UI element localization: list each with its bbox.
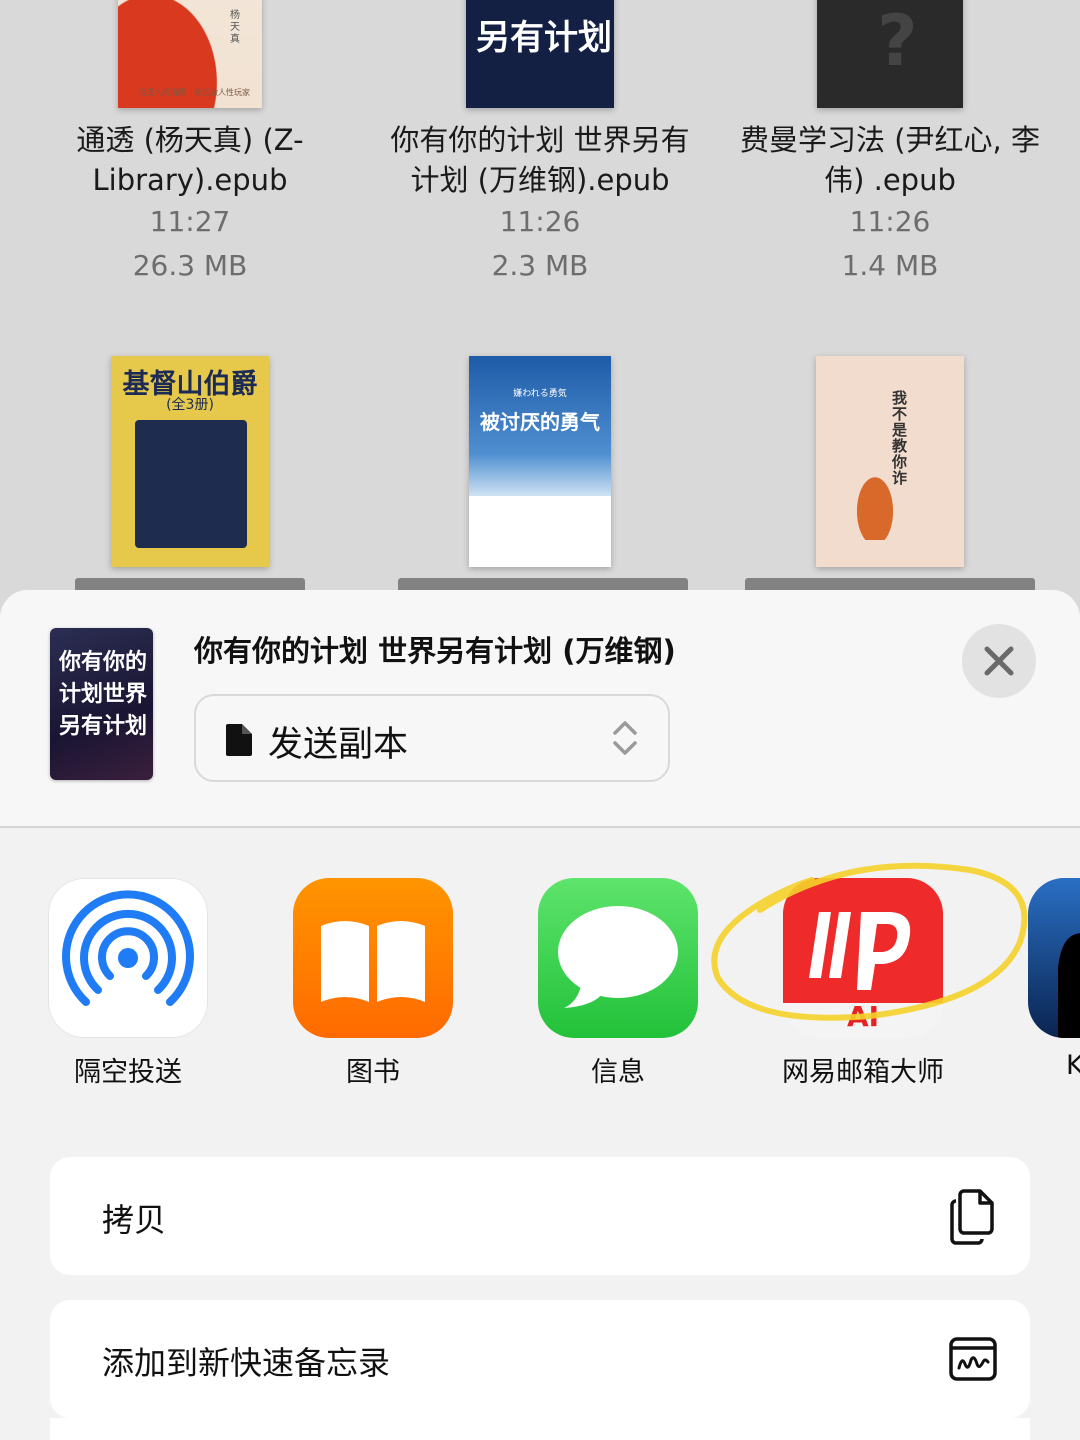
app-label: 图书 <box>346 1057 400 1088</box>
cover-title: 另有计划 <box>476 18 612 58</box>
copy-icon <box>948 1187 998 1249</box>
share-app-row: 隔空投送 图书 信息 AI 网易邮箱大师 K <box>0 862 1080 1098</box>
close-button[interactable] <box>962 624 1036 698</box>
app-label: 网易邮箱大师 <box>782 1057 944 1088</box>
cover-author: 杨天真 <box>230 10 240 45</box>
app-label: K <box>1066 1050 1080 1081</box>
close-icon <box>984 646 1014 676</box>
share-sheet: 你有你的计划世界另有计划 你有你的计划 世界另有计划 (万维钢) 发送副本 隔空… <box>0 590 1080 1440</box>
action-label: 拷贝 <box>102 1201 167 1239</box>
file-name[interactable]: 通透 (杨天真) (Z- Library).epub <box>40 120 340 200</box>
book-cover-plan[interactable]: 另有计划 <box>466 0 614 108</box>
file-name[interactable]: 你有你的计划 世界另有 计划 (万维钢).epub <box>380 120 700 200</box>
document-title: 你有你的计划 世界另有计划 (万维钢) <box>194 634 676 668</box>
action-next-partial[interactable] <box>50 1418 1030 1440</box>
share-sheet-header: 你有你的计划世界另有计划 你有你的计划 世界另有计划 (万维钢) 发送副本 <box>0 590 1080 828</box>
books-icon <box>293 878 453 1038</box>
highlight-circle <box>711 862 1028 1021</box>
file-size: 26.3 MB <box>132 249 248 282</box>
file-time: 11:26 <box>499 205 581 238</box>
file-time: 11:27 <box>149 205 231 238</box>
file-name[interactable]: 费曼学习法 (尹红心, 李 伟) .epub <box>730 120 1050 200</box>
action-copy[interactable]: 拷贝 <box>50 1157 1030 1275</box>
app-label: 隔空投送 <box>74 1057 182 1088</box>
file-grid: 杨天真 活成人间清醒 永远做人性玩家 另有计划 ? 通透 (杨天真) (Z- L… <box>0 0 1080 620</box>
send-mode-select[interactable]: 发送副本 <box>194 694 670 782</box>
airdrop-icon <box>48 878 208 1038</box>
messages-icon <box>538 878 698 1038</box>
chevron-up-down-icon <box>612 718 638 762</box>
book-cover-tongtou[interactable]: 杨天真 活成人间清醒 永远做人性玩家 <box>118 0 262 108</box>
action-quick-note[interactable]: 添加到新快速备忘录 <box>50 1300 1030 1418</box>
book-cover-monte-cristo[interactable]: 基督山伯爵 (全3册) <box>111 356 269 567</box>
send-mode-label: 发送副本 <box>268 725 409 765</box>
action-label: 添加到新快速备忘录 <box>102 1344 391 1382</box>
document-thumbnail: 你有你的计划世界另有计划 <box>50 628 153 780</box>
book-cover-feynman[interactable]: ? <box>817 0 963 108</box>
cover-tagline: 活成人间清醒 永远做人性玩家 <box>138 88 250 97</box>
file-size: 2.3 MB <box>491 249 589 282</box>
app-label: 信息 <box>591 1057 645 1088</box>
file-time: 11:26 <box>849 205 931 238</box>
book-cover-trick[interactable]: 我不是教你诈 <box>816 356 964 567</box>
document-icon <box>226 724 252 760</box>
quick-note-icon <box>948 1330 998 1388</box>
book-cover-courage[interactable]: 嫌われる勇気 被讨厌的勇气 <box>469 356 611 567</box>
file-size: 1.4 MB <box>841 249 939 282</box>
